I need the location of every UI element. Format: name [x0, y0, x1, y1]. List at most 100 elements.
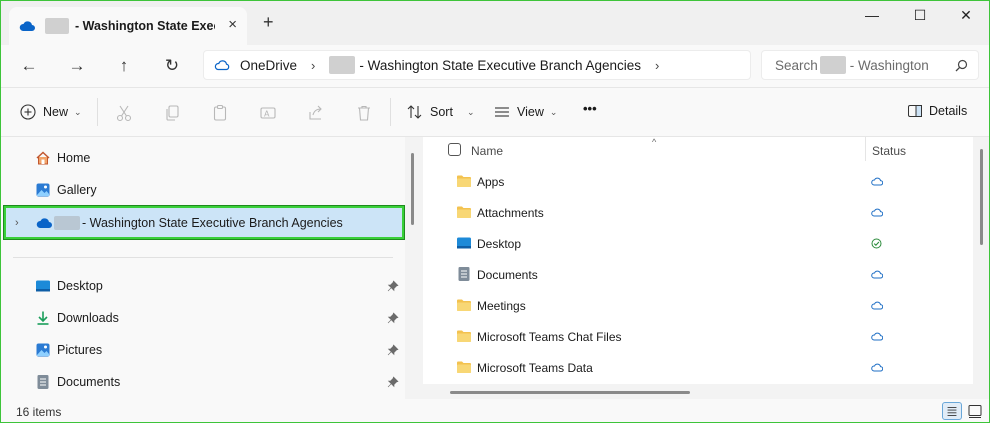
sidebar-item-pictures[interactable]: Pictures	[1, 335, 405, 365]
breadcrumb-onedrive[interactable]: OneDrive	[240, 58, 297, 73]
synced-check-icon	[871, 238, 882, 249]
command-bar: New ⌄ A Sort ⌄ View ⌄ ••• Details	[1, 87, 989, 137]
table-row[interactable]: Microsoft Teams Data	[423, 352, 973, 383]
tab-onedrive[interactable]: - Washington State Execu ×	[9, 7, 247, 45]
cloud-status-icon	[871, 332, 883, 341]
cut-icon[interactable]	[115, 104, 133, 122]
rename-icon[interactable]: A	[259, 104, 277, 122]
details-view-icon[interactable]	[942, 402, 962, 420]
sidebar-item-onedrive[interactable]: › - Washington State Executive Branch Ag…	[4, 206, 404, 239]
minimize-button[interactable]: —	[857, 7, 887, 27]
folder-icon	[457, 206, 471, 218]
sidebar-item-label: Home	[57, 151, 91, 165]
desktop-icon	[36, 280, 50, 292]
tab-close-icon[interactable]: ×	[228, 16, 237, 33]
file-list: ^ Name Status Apps Attachments Desktop D…	[423, 137, 973, 384]
svg-text:A: A	[264, 110, 270, 119]
table-row[interactable]: Desktop	[423, 228, 973, 259]
documents-icon	[37, 375, 49, 389]
breadcrumb-separator[interactable]: ›	[311, 58, 315, 73]
desktop-icon	[457, 237, 471, 249]
search-icon[interactable]	[955, 59, 968, 72]
sidebar-item-label: Gallery	[57, 183, 97, 197]
column-header-row: ^ Name Status	[423, 137, 973, 163]
navigation-pane: Home Gallery › - Washington State Execut…	[1, 137, 405, 399]
address-bar[interactable]: OneDrive › - Washington State Executive …	[203, 50, 751, 80]
onedrive-cloud-icon	[19, 21, 35, 31]
up-button[interactable]: ↑	[113, 55, 135, 77]
plus-circle-icon	[20, 104, 36, 120]
column-divider[interactable]	[865, 137, 866, 161]
table-row[interactable]: Attachments	[423, 197, 973, 228]
sidebar-item-label: Downloads	[57, 311, 119, 325]
sidebar-item-home[interactable]: Home	[1, 143, 405, 173]
column-header-name[interactable]: Name	[471, 144, 503, 158]
sidebar-item-downloads[interactable]: Downloads	[1, 303, 405, 333]
new-button[interactable]: New ⌄	[19, 103, 82, 121]
view-button[interactable]: View ⌄	[493, 103, 557, 121]
more-options-button[interactable]: •••	[583, 101, 597, 116]
column-header-status[interactable]: Status	[872, 144, 906, 158]
onedrive-cloud-icon	[36, 217, 52, 228]
new-tab-button[interactable]: +	[263, 12, 274, 33]
share-icon[interactable]	[307, 104, 325, 122]
search-box[interactable]: Search - Washington	[761, 50, 979, 80]
redacted-name	[45, 18, 69, 34]
file-name: Desktop	[477, 237, 522, 251]
redacted-name	[819, 56, 846, 74]
delete-icon[interactable]	[355, 104, 373, 122]
folder-icon	[457, 330, 471, 342]
folder-icon	[457, 361, 471, 373]
search-placeholder-prefix: Search	[775, 57, 818, 73]
search-placeholder-suffix: - Washington	[849, 57, 929, 73]
file-name: Documents	[477, 268, 538, 282]
pin-icon[interactable]	[387, 376, 399, 388]
file-list-horizontal-scrollbar[interactable]	[450, 391, 690, 394]
sort-label: Sort	[430, 105, 453, 119]
divider	[13, 257, 393, 258]
nav-pane-scrollbar[interactable]	[411, 153, 414, 225]
file-list-vertical-scrollbar[interactable]	[980, 149, 983, 245]
copy-icon[interactable]	[163, 104, 181, 122]
breadcrumb-chevron[interactable]: ›	[655, 58, 659, 73]
details-label: Details	[929, 104, 968, 118]
breadcrumb-current[interactable]: - Washington State Executive Branch Agen…	[359, 58, 641, 73]
sidebar-item-desktop[interactable]: Desktop	[1, 271, 405, 301]
table-row[interactable]: Microsoft Teams Chat Files	[423, 321, 973, 352]
close-window-button[interactable]: ✕	[951, 7, 981, 27]
sidebar-item-label: Pictures	[57, 343, 103, 357]
sidebar-item-label: Desktop	[57, 279, 103, 293]
onedrive-outline-icon	[214, 60, 230, 71]
forward-button[interactable]: →	[66, 55, 88, 77]
view-lines-icon	[495, 107, 509, 117]
new-label: New	[43, 105, 69, 119]
maximize-button[interactable]: ☐	[905, 7, 935, 27]
downloads-icon	[37, 311, 49, 325]
large-icons-view-icon[interactable]	[965, 402, 985, 420]
pictures-icon	[36, 343, 50, 357]
sort-button[interactable]: Sort ⌄	[406, 103, 474, 121]
divider	[97, 98, 98, 126]
file-name: Microsoft Teams Data	[477, 361, 593, 375]
file-name: Microsoft Teams Chat Files	[477, 330, 622, 344]
table-row[interactable]: Documents	[423, 259, 973, 290]
details-button[interactable]: Details	[907, 103, 967, 119]
file-name: Apps	[477, 175, 505, 189]
select-all-checkbox[interactable]	[448, 143, 461, 156]
file-name: Attachments	[477, 206, 544, 220]
redacted-name	[54, 215, 80, 230]
table-row[interactable]: Apps	[423, 166, 973, 197]
cloud-status-icon	[871, 301, 883, 310]
sidebar-item-gallery[interactable]: Gallery	[1, 175, 405, 205]
pin-icon[interactable]	[387, 312, 399, 324]
refresh-button[interactable]: ↻	[161, 55, 183, 77]
tab-title: - Washington State Execu	[75, 19, 215, 33]
table-row[interactable]: Meetings	[423, 290, 973, 321]
paste-icon[interactable]	[211, 104, 229, 122]
back-button[interactable]: ←	[18, 55, 40, 77]
pin-icon[interactable]	[387, 344, 399, 356]
pin-icon[interactable]	[387, 280, 399, 292]
expand-chevron-icon[interactable]: ›	[15, 217, 19, 229]
sort-indicator-icon: ^	[652, 137, 657, 147]
sidebar-item-documents[interactable]: Documents	[1, 367, 405, 397]
